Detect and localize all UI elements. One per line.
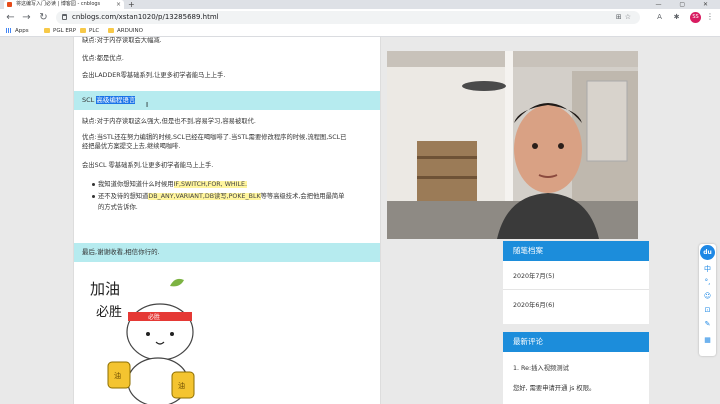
keyboard-icon[interactable]: ▦: [699, 336, 716, 344]
browser-tab[interactable]: 将这编写入门必读 | 博客园 - cnblogs ×: [4, 0, 124, 9]
svg-text:油: 油: [178, 381, 185, 390]
sticker-text-2: 必胜: [96, 305, 122, 320]
article-line-cons-top: 缺点:对于内存读取会大幅减.: [82, 37, 162, 44]
chinese-input-icon[interactable]: 中: [699, 264, 716, 274]
comments-title: 最新评论: [503, 332, 649, 352]
webcam-video[interactable]: [387, 51, 638, 239]
face: [514, 105, 582, 193]
folder-icon: [80, 28, 86, 33]
article-line-scl-series: 会出SCL 零基础系列,让更多初学者能马上上手.: [82, 162, 214, 169]
comment-body: 您好, 需要申请开通 js 权限。: [513, 385, 596, 392]
forward-icon[interactable]: →: [20, 11, 33, 24]
profile-avatar[interactable]: SS: [690, 12, 701, 23]
article-line-cons2: 缺点:对于内存读取这么强大,但是也不到,容易学习,容易被取代.: [82, 118, 256, 125]
bookmark-pgl-erp[interactable]: PGL ERP: [44, 26, 76, 36]
punctuation-icon[interactable]: °,: [699, 278, 716, 286]
archive-title: 随笔档案: [503, 241, 649, 261]
folder-icon: [108, 28, 114, 33]
extensions-puzzle-icon[interactable]: ✱: [671, 12, 682, 23]
tab-strip: 将这编写入门必读 | 博客园 - cnblogs × + — ▢ ✕: [0, 0, 720, 9]
omnibox-actions[interactable]: ⊞☆: [616, 11, 634, 24]
text-cursor-icon: I: [146, 101, 149, 109]
divider: [503, 289, 649, 290]
sticker-headband-text: 必胜: [148, 313, 160, 321]
leaf-icon: [170, 278, 184, 287]
svg-text:油: 油: [114, 371, 121, 380]
bookmark-star-icon[interactable]: ☆: [625, 13, 634, 21]
scl-heading: SCL 高级编程语言: [82, 96, 136, 104]
emoji-icon[interactable]: ☺: [699, 292, 716, 300]
apps-grid-icon: [6, 28, 12, 33]
article-line-pros2b: 经把最优方案提交上去,继续喝咖啡.: [82, 143, 181, 150]
selected-text[interactable]: 高级编程语言: [96, 96, 136, 104]
reload-icon[interactable]: ↻: [37, 11, 50, 24]
keyword-highlight: DB_ANY,VARIANT,DB读写,POKE_BLK: [148, 193, 261, 200]
folder-icon: [44, 28, 50, 33]
bullet-item-2-cont: 的方式告诉你.: [98, 204, 138, 211]
back-icon[interactable]: ←: [4, 11, 17, 24]
article-line-pros1: 优点:都是优点.: [82, 55, 124, 62]
chrome-menu-icon[interactable]: ⋮: [706, 12, 714, 21]
keyword-highlight: IF,SWITCH,FOR, WHILE.: [173, 181, 247, 188]
sticker-text-1: 加油: [90, 280, 120, 298]
bookmark-plc[interactable]: PLC: [80, 26, 99, 36]
browser-toolbar: ← → ↻ cnblogs.com/xstan1020/p/13285689.h…: [0, 9, 720, 26]
bullet-item-1: 我知道你想知道什么时候用IF,SWITCH,FOR, WHILE.: [92, 180, 368, 189]
address-bar[interactable]: cnblogs.com/xstan1020/p/13285689.html ⊞☆: [56, 11, 640, 24]
closing-text: 最后,谢谢收看,相信你行的.: [82, 248, 160, 256]
closing-bar: 最后,谢谢收看,相信你行的.: [74, 243, 380, 262]
archive-panel: [503, 260, 649, 324]
comments-panel: [503, 351, 649, 404]
floating-tool-bar: du 中 °, ☺ ⊡ ✎ ▦: [699, 244, 716, 356]
bookmarks-bar: Apps PGL ERP PLC ARDUINO: [0, 26, 720, 37]
bullet-item-2: 还不及待的想知道DB_ANY,VARIANT,DB读写,POKE_BLK等等高级…: [92, 192, 368, 201]
tab-title: 将这编写入门必读 | 博客园 - cnblogs: [16, 1, 101, 7]
archive-item-june[interactable]: 2020年6月(6): [513, 300, 555, 309]
lock-icon: [62, 14, 67, 20]
scl-heading-bar: SCL 高级编程语言 I: [74, 91, 380, 110]
cnblogs-favicon-icon: [7, 2, 12, 7]
blog-article: 缺点:对于内存读取会大幅减. 优点:都是优点. 会出LADDER零基础系列,让更…: [73, 37, 381, 404]
handwriting-icon[interactable]: ✎: [699, 320, 716, 328]
cheer-sticker-image: 加油 必胜 必胜 油 油: [90, 278, 195, 404]
archive-item-july[interactable]: 2020年7月(5): [513, 271, 555, 280]
du-logo-icon[interactable]: du: [700, 245, 715, 260]
window-controls[interactable]: — ▢ ✕: [655, 0, 716, 9]
translate-icon[interactable]: ⊞: [616, 13, 625, 21]
bookmark-arduino[interactable]: ARDUINO: [108, 26, 143, 36]
screenshot-icon[interactable]: ⊡: [699, 306, 716, 314]
page-viewport: 缺点:对于内存读取会大幅减. 优点:都是优点. 会出LADDER零基础系列,让更…: [0, 37, 720, 404]
comment-link[interactable]: 1. Re:插入视频测试: [513, 363, 569, 372]
tab-close-icon[interactable]: ×: [116, 0, 121, 9]
url-text[interactable]: cnblogs.com/xstan1020/p/13285689.html: [72, 11, 219, 24]
extension-a-icon[interactable]: A: [654, 12, 665, 23]
bookmark-apps[interactable]: Apps: [6, 26, 29, 36]
new-tab-button[interactable]: +: [128, 0, 135, 9]
article-line-pros2a: 优点:当STL还在努力编辑的时候,SCL已经在喝咖啡了.当STL需要修改程序的时…: [82, 134, 347, 141]
article-line-ladder: 会出LADDER零基础系列,让更多初学者能马上上手.: [82, 72, 226, 79]
